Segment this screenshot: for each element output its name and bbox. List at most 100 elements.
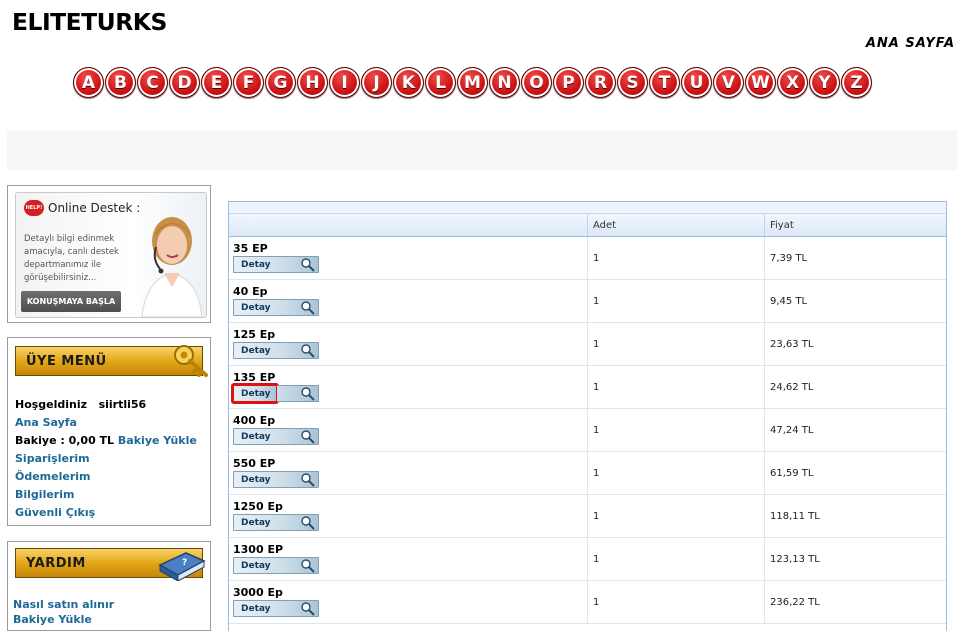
quantity-cell: 1 bbox=[588, 538, 765, 580]
welcome-label: Hoşgeldiniz bbox=[15, 398, 88, 411]
product-cell: 1300 EP Detay bbox=[229, 538, 588, 580]
product-name: 550 EP bbox=[233, 457, 276, 470]
price-cell: 123,13 TL bbox=[770, 553, 820, 565]
detail-button[interactable]: Detay bbox=[233, 342, 319, 359]
price-cell: 47,24 TL bbox=[770, 424, 814, 436]
help-menu-banner: YARDIM ? bbox=[15, 548, 206, 581]
letter-y-button[interactable]: Y bbox=[809, 67, 840, 98]
logout-link[interactable]: Güvenli Çıkış bbox=[15, 506, 95, 519]
help-menu-title: YARDIM bbox=[26, 555, 86, 571]
detail-button[interactable]: Detay bbox=[233, 471, 319, 488]
detail-label: Detay bbox=[241, 560, 271, 571]
product-cell: 40 Ep Detay bbox=[229, 280, 588, 322]
info-link[interactable]: Bilgilerim bbox=[15, 488, 74, 501]
table-row: 1300 EP Detay 1 123,13 TL bbox=[229, 538, 946, 581]
online-support-panel: HELP! Online Destek : Detaylı bilgi edin… bbox=[15, 192, 207, 318]
price-cell: 7,39 TL bbox=[770, 252, 808, 264]
product-name: 40 Ep bbox=[233, 285, 268, 298]
home-link[interactable]: ANA SAYFA bbox=[866, 36, 955, 51]
table-row: 135 EP Detay 1 24,62 TL bbox=[229, 366, 946, 409]
magnifier-icon bbox=[301, 258, 315, 272]
table-header: Adet Fiyat bbox=[229, 214, 946, 237]
header-product[interactable] bbox=[229, 214, 588, 236]
site-logo[interactable]: ELITETURKS bbox=[12, 10, 167, 36]
support-text: Detaylı bilgi edinmek amacıyla, canlı de… bbox=[24, 234, 119, 283]
detail-button[interactable]: Detay bbox=[233, 557, 319, 574]
magnifier-icon bbox=[301, 301, 315, 315]
header-price[interactable]: Fiyat bbox=[765, 214, 946, 236]
price-cell: 118,11 TL bbox=[770, 510, 820, 522]
detail-button[interactable]: Detay bbox=[233, 514, 319, 531]
quantity-cell: 1 bbox=[588, 581, 765, 623]
balance-load-link[interactable]: Bakiye Yükle bbox=[118, 434, 197, 447]
how-to-buy-link[interactable]: Nasıl satın alınır bbox=[13, 597, 114, 612]
help-book-icon: ? bbox=[158, 552, 206, 581]
table-row: 3000 Ep Detay 1 236,22 TL bbox=[229, 581, 946, 624]
magnifier-icon bbox=[301, 559, 315, 573]
letter-o-button[interactable]: O bbox=[521, 67, 552, 98]
banner-strip bbox=[7, 130, 957, 170]
letter-m-button[interactable]: M bbox=[457, 67, 488, 98]
letter-a-button[interactable]: A bbox=[73, 67, 104, 98]
help-bubble-icon: HELP! bbox=[24, 200, 44, 216]
help-menu-box: YARDIM ? Nasıl satın alınır Bakiye Yükle bbox=[7, 541, 211, 631]
detail-button[interactable]: Detay bbox=[233, 256, 319, 273]
letter-t-button[interactable]: T bbox=[649, 67, 680, 98]
letter-x-button[interactable]: X bbox=[777, 67, 808, 98]
table-row: 35 EP Detay 1 7,39 TL bbox=[229, 237, 946, 280]
letter-e-button[interactable]: E bbox=[201, 67, 232, 98]
letter-z-button[interactable]: Z bbox=[841, 67, 872, 98]
detail-button[interactable]: Detay bbox=[231, 383, 279, 404]
product-cell: 1250 Ep Detay bbox=[229, 495, 588, 537]
menu-home-link[interactable]: Ana Sayfa bbox=[15, 416, 77, 429]
detail-label: Detay bbox=[241, 388, 271, 399]
letter-b-button[interactable]: B bbox=[105, 67, 136, 98]
quantity-cell: 1 bbox=[588, 366, 765, 408]
quantity-cell: 1 bbox=[588, 452, 765, 494]
letter-l-button[interactable]: L bbox=[425, 67, 456, 98]
letter-h-button[interactable]: H bbox=[297, 67, 328, 98]
quantity-cell: 1 bbox=[588, 280, 765, 322]
header-quantity[interactable]: Adet bbox=[588, 214, 765, 236]
magnifier-icon bbox=[301, 602, 315, 616]
letter-k-button[interactable]: K bbox=[393, 67, 424, 98]
detail-button[interactable]: Detay bbox=[233, 428, 319, 445]
help-menu-list: Nasıl satın alınır Bakiye Yükle bbox=[13, 597, 114, 627]
product-table: Adet Fiyat 35 EP Detay 1 7,39 TL 40 Ep Detay 1… bbox=[228, 201, 947, 631]
product-cell: 135 EP Detay bbox=[229, 366, 588, 408]
detail-label: Detay bbox=[241, 603, 271, 614]
detail-button[interactable]: Detay bbox=[233, 299, 319, 316]
detail-label: Detay bbox=[241, 345, 271, 356]
letter-d-button[interactable]: D bbox=[169, 67, 200, 98]
letter-r-button[interactable]: R bbox=[585, 67, 616, 98]
orders-link[interactable]: Siparişlerim bbox=[15, 452, 90, 465]
letter-i-button[interactable]: I bbox=[329, 67, 360, 98]
letter-p-button[interactable]: P bbox=[553, 67, 584, 98]
price-cell: 23,63 TL bbox=[770, 338, 814, 350]
balance-label: Bakiye : 0,00 TL bbox=[15, 434, 115, 447]
product-name: 135 EP bbox=[233, 371, 276, 384]
letter-j-button[interactable]: J bbox=[361, 67, 392, 98]
table-row: 40 Ep Detay 1 9,45 TL bbox=[229, 280, 946, 323]
letter-w-button[interactable]: W bbox=[745, 67, 776, 98]
letter-n-button[interactable]: N bbox=[489, 67, 520, 98]
letter-f-button[interactable]: F bbox=[233, 67, 264, 98]
payments-link[interactable]: Ödemelerim bbox=[15, 470, 91, 483]
welcome-line: Hoşgeldiniz siirtli56 bbox=[15, 396, 197, 414]
table-row: 1250 Ep Detay 1 118,11 TL bbox=[229, 495, 946, 538]
letter-g-button[interactable]: G bbox=[265, 67, 296, 98]
detail-label: Detay bbox=[241, 517, 271, 528]
letter-c-button[interactable]: C bbox=[137, 67, 168, 98]
start-chat-button[interactable]: KONUŞMAYA BAŞLA bbox=[21, 291, 121, 312]
detail-button[interactable]: Detay bbox=[233, 600, 319, 617]
table-row: 550 EP Detay 1 61,59 TL bbox=[229, 452, 946, 495]
member-menu-list: Hoşgeldiniz siirtli56 Ana Sayfa Bakiye :… bbox=[15, 396, 197, 522]
support-title: Online Destek : bbox=[48, 201, 141, 215]
key-icon bbox=[174, 345, 208, 377]
detail-button-extension[interactable] bbox=[277, 385, 319, 402]
letter-u-button[interactable]: U bbox=[681, 67, 712, 98]
table-row: 400 Ep Detay 1 47,24 TL bbox=[229, 409, 946, 452]
letter-s-button[interactable]: S bbox=[617, 67, 648, 98]
member-menu-title: ÜYE MENÜ bbox=[26, 353, 107, 369]
letter-v-button[interactable]: V bbox=[713, 67, 744, 98]
